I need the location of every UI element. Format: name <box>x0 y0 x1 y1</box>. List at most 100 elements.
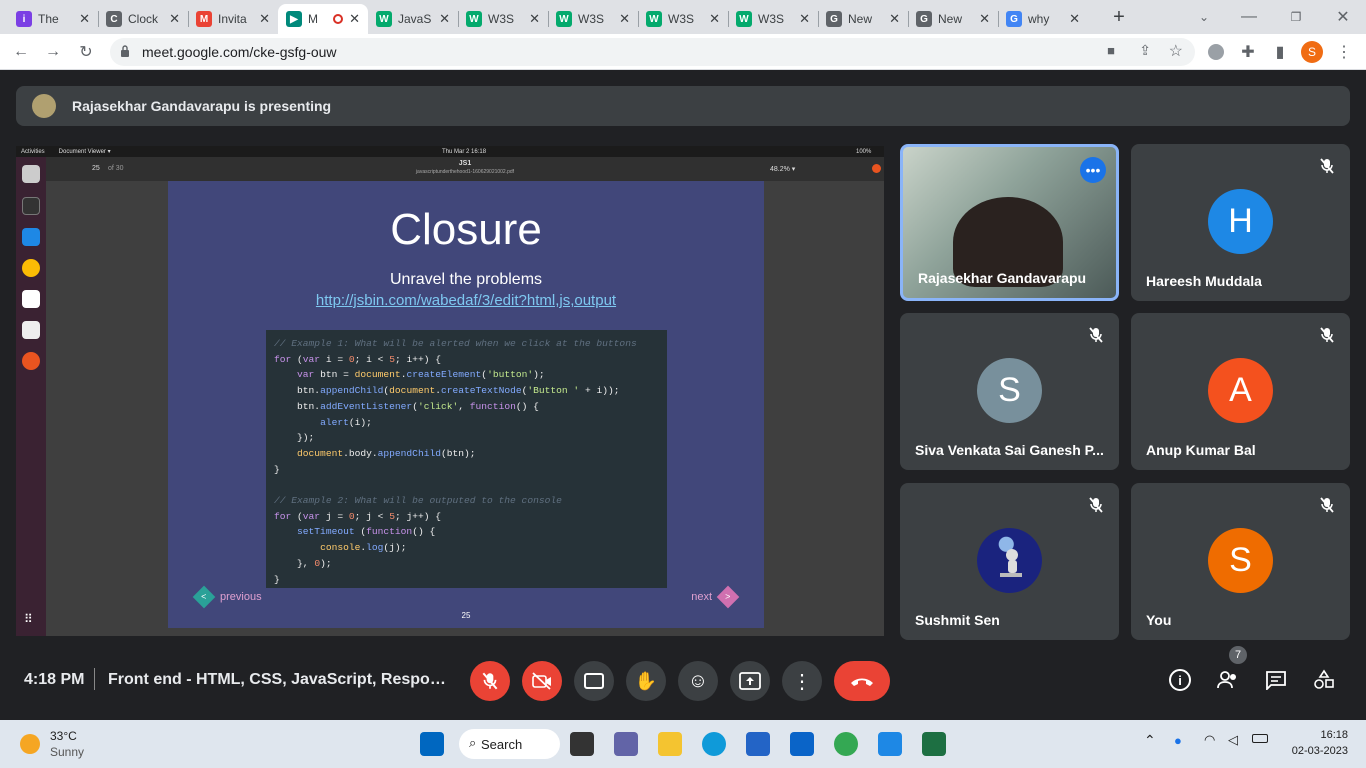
camera-blocked-icon[interactable]: ■ <box>1107 43 1115 58</box>
zoom-level: 48.2% ▾ <box>770 166 796 173</box>
participant-tile-you[interactable]: S You <box>1131 483 1350 640</box>
browser-tab[interactable]: W W3S ✕ <box>638 4 728 34</box>
restore-button[interactable]: ❐ <box>1284 5 1308 29</box>
battery-icon[interactable] <box>1252 734 1268 743</box>
minimize-button[interactable]: — <box>1237 5 1261 29</box>
tab-title: M <box>308 12 318 26</box>
tab-favicon-icon: ▶ <box>286 11 302 27</box>
share-icon[interactable]: ⇪ <box>1139 42 1151 59</box>
taskbar-search[interactable]: ⌕ Search <box>459 729 560 759</box>
teams-chat-icon[interactable] <box>614 732 638 756</box>
mail-icon[interactable] <box>790 732 814 756</box>
ms-store-icon[interactable] <box>746 732 770 756</box>
document-filename: javascriptunderthehood1-160629021002.pdf <box>415 169 515 175</box>
hang-up-icon <box>851 678 873 686</box>
tab-close-icon[interactable]: ✕ <box>259 11 270 27</box>
present-now-button[interactable] <box>730 661 770 701</box>
tray-chevron-icon[interactable]: ⌃ <box>1144 732 1156 749</box>
camera-toggle-button[interactable] <box>522 661 562 701</box>
tab-close-icon[interactable]: ✕ <box>799 11 810 27</box>
browser-tab[interactable]: M Invita ✕ <box>188 4 278 34</box>
address-bar[interactable]: meet.google.com/cke-gsfg-ouw ■ ⇪ ☆ <box>110 38 1195 66</box>
tab-close-icon[interactable]: ✕ <box>529 11 540 27</box>
browser-tab[interactable]: C Clock ✕ <box>98 4 188 34</box>
windows-taskbar: 33°C Sunny ⌕ Search ⌃ ● ◠ ◁ 16:18 02-03-… <box>0 720 1366 768</box>
grammarly-extension-icon[interactable] <box>1204 40 1228 64</box>
browser-tab[interactable]: ▶ M ✕ <box>278 4 368 34</box>
tab-close-icon[interactable]: ✕ <box>709 11 720 27</box>
vscode-taskbar-icon[interactable] <box>878 732 902 756</box>
browser-tab[interactable]: i The ✕ <box>8 4 98 34</box>
participant-tile-siva[interactable]: S Siva Venkata Sai Ganesh P... <box>900 313 1119 470</box>
tab-close-icon[interactable]: ✕ <box>1069 11 1080 27</box>
back-icon[interactable]: ← <box>9 40 33 64</box>
browser-tab[interactable]: W JavaS ✕ <box>368 4 458 34</box>
edge-icon[interactable] <box>702 732 726 756</box>
reload-icon[interactable]: ↻ <box>74 40 98 64</box>
browser-tab[interactable]: W W3S ✕ <box>728 4 818 34</box>
profile-avatar[interactable]: S <box>1300 40 1324 64</box>
captions-button[interactable] <box>574 661 614 701</box>
mic-toggle-button[interactable] <box>470 661 510 701</box>
taskbar-date[interactable]: 02-03-2023 <box>1280 745 1348 757</box>
extensions-puzzle-icon[interactable]: ✚ <box>1236 40 1260 64</box>
forward-icon[interactable]: → <box>41 40 65 64</box>
tab-close-icon[interactable]: ✕ <box>439 11 450 27</box>
start-windows-icon[interactable] <box>420 732 444 756</box>
chrome-taskbar-icon[interactable] <box>834 732 858 756</box>
tab-search-icon[interactable]: ⌄ <box>1192 5 1216 29</box>
mic-tray-icon[interactable]: ● <box>1174 733 1182 748</box>
files-icon <box>22 165 40 183</box>
tab-close-icon[interactable]: ✕ <box>169 11 180 27</box>
meeting-details-button[interactable]: i <box>1166 666 1194 694</box>
wifi-icon[interactable]: ◠ <box>1204 732 1215 748</box>
chat-button[interactable] <box>1262 666 1290 694</box>
slack-icon <box>22 290 40 308</box>
chrome-menu-icon[interactable]: ⋮ <box>1332 40 1356 64</box>
activities-button[interactable] <box>1310 666 1338 694</box>
tile-more-options-icon[interactable]: ••• <box>1080 157 1106 183</box>
participant-tile-anup[interactable]: A Anup Kumar Bal <box>1131 313 1350 470</box>
browser-tab[interactable]: W W3S ✕ <box>458 4 548 34</box>
volume-icon[interactable]: ◁ <box>1228 732 1238 748</box>
tab-title: Clock <box>128 12 159 26</box>
file-explorer-icon[interactable] <box>658 732 682 756</box>
tab-close-icon[interactable]: ✕ <box>889 11 900 27</box>
tab-title: W3S <box>758 12 785 26</box>
participant-tile-sushmit[interactable]: Sushmit Sen <box>900 483 1119 640</box>
document-title: JS1 <box>458 160 472 167</box>
side-panel-icon[interactable]: ▮ <box>1268 40 1292 64</box>
task-view-icon[interactable] <box>570 732 594 756</box>
new-tab-button[interactable]: + <box>1107 5 1131 29</box>
tab-favicon-icon: W <box>376 11 392 27</box>
tab-close-icon[interactable]: ✕ <box>619 11 630 27</box>
bookmark-star-icon[interactable]: ☆ <box>1169 41 1183 61</box>
more-options-button[interactable]: ⋮ <box>782 661 822 701</box>
leave-call-button[interactable] <box>834 661 890 701</box>
tab-title: The <box>38 12 59 26</box>
participant-avatar: A <box>1208 358 1273 423</box>
excel-icon[interactable] <box>922 732 946 756</box>
tab-separator <box>638 11 639 27</box>
participant-tile-presenter[interactable]: ••• Rajasekhar Gandavarapu <box>900 144 1119 301</box>
participant-tile-hareesh[interactable]: H Hareesh Muddala <box>1131 144 1350 301</box>
tab-close-icon[interactable]: ✕ <box>979 11 990 27</box>
tab-close-icon[interactable]: ✕ <box>79 11 90 27</box>
participant-avatar: H <box>1208 189 1273 254</box>
meeting-controls: 4:18 PM Front end - HTML, CSS, JavaScrip… <box>0 646 1366 720</box>
browser-tab[interactable]: Gwhy ✕ <box>998 4 1088 34</box>
browser-tab[interactable]: G New ✕ <box>818 4 908 34</box>
browser-tab[interactable]: G New ✕ <box>908 4 998 34</box>
tab-separator <box>998 11 999 27</box>
ubuntu-software-icon <box>22 352 40 370</box>
document-viewer-header: 25 of 30 JS1 javascriptunderthehood1-160… <box>46 157 884 181</box>
people-button[interactable]: 7 <box>1214 646 1247 694</box>
browser-tab[interactable]: W W3S ✕ <box>548 4 638 34</box>
tab-favicon-icon: G <box>1006 11 1022 27</box>
taskbar-time[interactable]: 16:18 <box>1298 729 1348 741</box>
close-window-button[interactable]: ✕ <box>1331 5 1355 29</box>
reactions-button[interactable]: ☺ <box>678 661 718 701</box>
raise-hand-button[interactable]: ✋ <box>626 661 666 701</box>
astronaut-avatar <box>977 528 1042 593</box>
tab-close-icon[interactable]: ✕ <box>349 11 360 27</box>
